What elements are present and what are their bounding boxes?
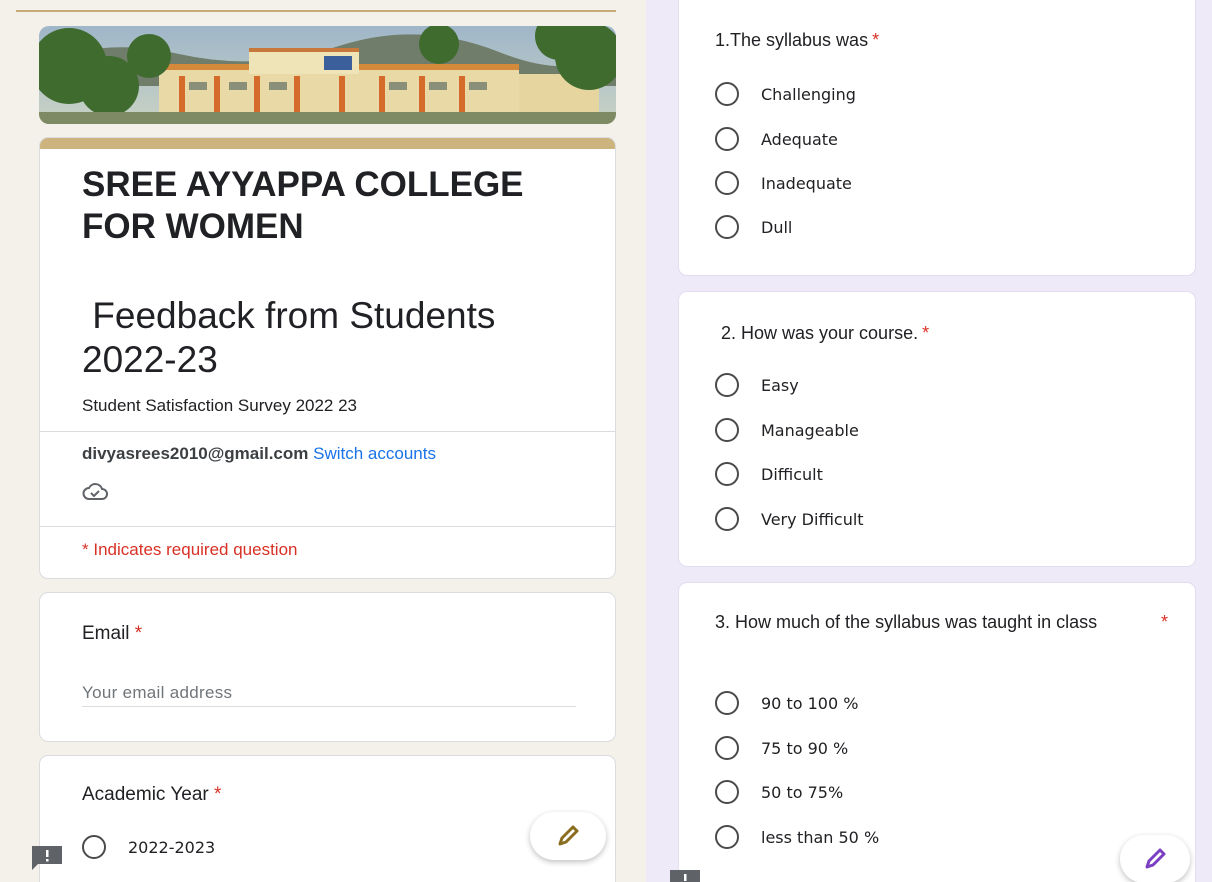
account-row: divyasrees2010@gmail.com Switch accounts: [82, 444, 436, 464]
question-text: 1.The syllabus was: [715, 30, 869, 50]
radio-label: Very Difficult: [761, 509, 864, 529]
radio-button[interactable]: [715, 127, 739, 151]
radio-label: Challenging: [761, 84, 856, 104]
left-form-pane: SREE AYYAPPA COLLEGE FOR WOMEN Feedback …: [0, 0, 646, 882]
top-divider: [16, 10, 616, 12]
radio-button[interactable]: [715, 736, 739, 760]
report-feedback-icon[interactable]: [30, 844, 64, 875]
required-star: *: [214, 784, 222, 805]
radio-option-very-difficult[interactable]: Very Difficult: [715, 507, 864, 531]
form-header-card: SREE AYYAPPA COLLEGE FOR WOMEN Feedback …: [39, 137, 616, 579]
radio-button[interactable]: [715, 462, 739, 486]
radio-button[interactable]: [715, 825, 739, 849]
radio-button[interactable]: [715, 507, 739, 531]
radio-option-difficult[interactable]: Difficult: [715, 462, 823, 486]
question-label-1: 1.The syllabus was *: [715, 27, 879, 53]
radio-label: 75 to 90 %: [761, 738, 849, 758]
required-note-text: Indicates required question: [93, 540, 298, 559]
radio-label: Manageable: [761, 420, 859, 440]
radio-label: 2022-2023: [128, 837, 216, 857]
question-label-3: 3. How much of the syllabus was taught i…: [715, 609, 1175, 635]
radio-label: Adequate: [761, 129, 838, 149]
switch-accounts-link[interactable]: Switch accounts: [313, 444, 436, 463]
required-star: *: [1161, 612, 1169, 632]
radio-option-manageable[interactable]: Manageable: [715, 418, 859, 442]
report-feedback-icon[interactable]: [668, 868, 702, 882]
radio-button[interactable]: [715, 780, 739, 804]
academic-year-card: Academic Year * 2022-2023: [39, 755, 616, 882]
academic-year-text: Academic Year: [82, 784, 209, 805]
required-star: *: [872, 30, 880, 50]
account-email: divyasrees2010@gmail.com: [82, 444, 309, 463]
question-label-2: 2. How was your course. *: [721, 320, 929, 346]
header-accent-bar: [40, 138, 615, 149]
email-question-label: Email *: [82, 623, 142, 645]
radio-label: Easy: [761, 375, 799, 395]
email-question-card: Email *: [39, 592, 616, 742]
required-star: *: [134, 623, 143, 644]
radio-option-2022-2023[interactable]: 2022-2023: [82, 835, 215, 859]
radio-option-dull[interactable]: Dull: [715, 215, 792, 239]
account-divider: [40, 526, 615, 527]
radio-option-75-to-90[interactable]: 75 to 90 %: [715, 736, 848, 760]
form-description: Student Satisfaction Survey 2022 23: [82, 396, 358, 415]
college-name: SREE AYYAPPA COLLEGE FOR WOMEN: [82, 165, 524, 246]
required-note: * Indicates required question: [82, 540, 298, 560]
radio-button[interactable]: [715, 171, 739, 195]
question-text: 3. How much of the syllabus was taught i…: [715, 612, 1098, 632]
radio-option-adequate[interactable]: Adequate: [715, 127, 838, 151]
radio-option-challenging[interactable]: Challenging: [715, 82, 856, 106]
header-divider: [40, 431, 615, 432]
radio-option-50-to-75[interactable]: 50 to 75%: [715, 780, 843, 804]
radio-option-inadequate[interactable]: Inadequate: [715, 171, 852, 195]
email-input[interactable]: [82, 679, 576, 707]
cloud-check-icon: [82, 482, 108, 507]
radio-label: less than 50 %: [761, 827, 880, 847]
edit-fab-button[interactable]: [1120, 835, 1190, 882]
radio-button[interactable]: [715, 215, 739, 239]
required-star: *: [82, 540, 89, 559]
question-card-2: 2. How was your course. * Easy Manageable…: [678, 291, 1196, 567]
email-question-text: Email: [82, 623, 130, 644]
college-building-picture: [39, 26, 616, 124]
header-banner-image: [39, 26, 616, 124]
radio-option-easy[interactable]: Easy: [715, 373, 799, 397]
question-card-3: 3. How much of the syllabus was taught i…: [678, 582, 1196, 882]
radio-label: Difficult: [761, 464, 823, 484]
required-star: *: [922, 323, 930, 343]
radio-button[interactable]: [715, 418, 739, 442]
question-card-1: 1.The syllabus was * Challenging Adequate…: [678, 0, 1196, 276]
radio-option-90-to-100[interactable]: 90 to 100 %: [715, 691, 858, 715]
radio-label: 50 to 75%: [761, 782, 844, 802]
pencil-icon: [1145, 848, 1166, 869]
radio-label: Dull: [761, 217, 793, 237]
radio-button[interactable]: [82, 835, 106, 859]
radio-label: 90 to 100 %: [761, 693, 859, 713]
radio-option-less-than-50[interactable]: less than 50 %: [715, 825, 879, 849]
academic-year-label: Academic Year *: [82, 784, 221, 806]
form-title: Feedback from Students 2022-23: [82, 295, 506, 380]
pencil-icon: [558, 825, 579, 846]
right-form-pane: 1.The syllabus was * Challenging Adequate…: [646, 0, 1212, 882]
question-text: 2. How was your course.: [721, 323, 919, 343]
radio-button[interactable]: [715, 691, 739, 715]
edit-fab-button[interactable]: [530, 812, 606, 860]
radio-button[interactable]: [715, 373, 739, 397]
radio-label: Inadequate: [761, 173, 852, 193]
radio-button[interactable]: [715, 82, 739, 106]
